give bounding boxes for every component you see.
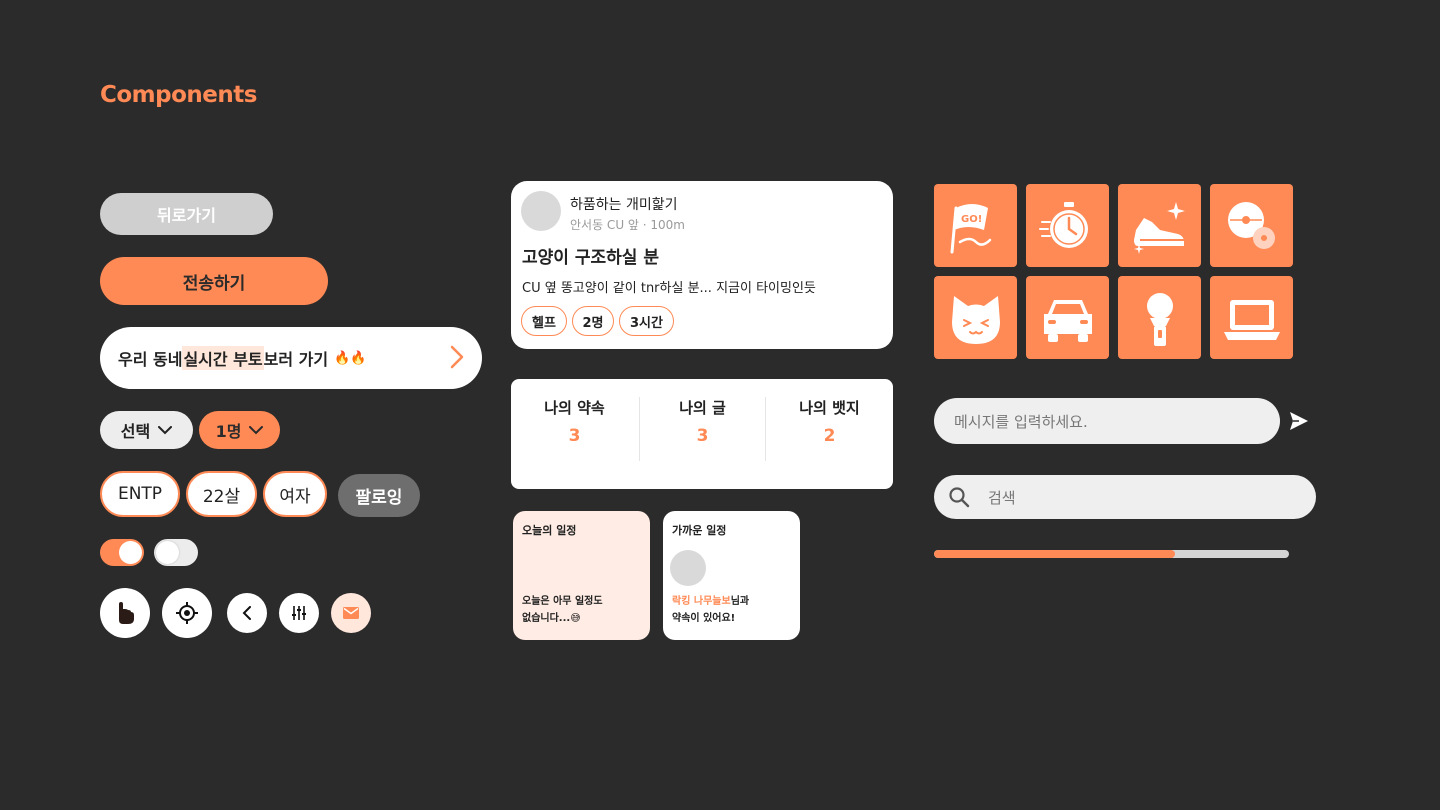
filter-button[interactable]	[279, 593, 319, 633]
category-sneaker[interactable]	[1118, 184, 1201, 267]
schedule-title: 가까운 일정	[672, 524, 727, 537]
chevron-left-icon	[242, 606, 251, 620]
near-schedule-card[interactable]: 가까운 일정 락킹 나무늘보님과 약속이 있어요!	[663, 511, 800, 640]
car-icon	[1043, 299, 1092, 342]
hand-icon	[119, 602, 134, 624]
stat-badges[interactable]: 나의 뱃지 2	[766, 397, 893, 446]
go-flag-icon: GO!	[950, 203, 991, 253]
schedule-line: 락킹 나무늘보님과	[672, 593, 749, 610]
stat-posts[interactable]: 나의 글 3	[639, 397, 766, 446]
following-button[interactable]: 팔로잉	[338, 474, 420, 517]
partner-name: 락킹 나무늘보	[672, 596, 731, 607]
live-banner[interactable]: 우리 동네 실시간 부토 보러 가기 🔥🔥	[100, 327, 482, 389]
chevron-right-icon	[450, 345, 464, 369]
select-dropdown[interactable]: 선택	[100, 411, 193, 449]
sneaker-icon	[1133, 201, 1185, 254]
chip-age[interactable]: 22살	[186, 471, 257, 517]
search-bar[interactable]: 검색	[934, 475, 1316, 519]
schedule-title: 오늘의 일정	[522, 524, 577, 537]
schedule-line: 없습니다...😅	[522, 610, 581, 627]
today-schedule-card[interactable]: 오늘의 일정 오늘은 아무 일정도 없습니다...😅	[513, 511, 650, 640]
progress-bar	[934, 550, 1289, 558]
mail-icon	[343, 607, 359, 619]
mail-button[interactable]	[331, 593, 371, 633]
toggle-off[interactable]	[154, 539, 198, 566]
stat-value: 3	[568, 426, 581, 446]
back-arrow-button[interactable]	[227, 593, 267, 633]
avatar	[521, 191, 561, 231]
laptop-icon	[1223, 299, 1280, 340]
toggle-knob	[156, 541, 179, 564]
schedule-line-text: 없습니다...	[522, 613, 571, 624]
schedule-line-text: 님과	[730, 596, 750, 607]
post-title: 고양이 구조하실 분	[522, 248, 659, 268]
post-body: CU 옆 똥고양이 같이 tnr하실 분... 지금이 타이밍인듯	[522, 281, 816, 296]
category-disc[interactable]	[1210, 184, 1293, 267]
category-cat[interactable]	[934, 276, 1017, 359]
chevron-down-icon	[158, 425, 173, 434]
send-message-button[interactable]	[1288, 410, 1310, 436]
banner-highlight: 실시간 부토	[182, 346, 264, 370]
stat-appointments[interactable]: 나의 약속 3	[511, 397, 638, 446]
sweat-emoji: 😅	[570, 613, 581, 624]
schedule-line: 약속이 있어요!	[672, 613, 736, 624]
send-button[interactable]: 전송하기	[100, 257, 328, 305]
select-label: 선택	[120, 422, 151, 441]
location-button[interactable]	[162, 588, 212, 638]
stat-value: 3	[696, 426, 709, 446]
toggle-on[interactable]	[100, 539, 144, 566]
post-tag: 3시간	[619, 306, 674, 336]
category-timer[interactable]	[1026, 184, 1109, 267]
category-microphone[interactable]	[1118, 276, 1201, 359]
back-button[interactable]: 뒤로가기	[100, 193, 273, 235]
category-car[interactable]	[1026, 276, 1109, 359]
post-location: 안서동 CU 앞 · 100m	[570, 218, 685, 232]
count-label: 1명	[215, 422, 242, 441]
banner-text-2: 보러 가기	[263, 350, 329, 369]
banner-text-1: 우리 동네	[118, 350, 183, 369]
fire-emoji: 🔥🔥	[334, 350, 367, 366]
my-stats-card: 나의 약속 3 나의 글 3 나의 뱃지 2	[511, 379, 893, 489]
chevron-down-icon	[249, 425, 264, 434]
category-laptop[interactable]	[1210, 276, 1293, 359]
message-input[interactable]: 메시지를 입력하세요.	[934, 398, 1280, 444]
sliders-icon	[292, 606, 306, 620]
timer-icon	[1038, 201, 1088, 248]
post-tag: 2명	[572, 306, 614, 336]
count-dropdown[interactable]: 1명	[199, 411, 280, 449]
avatar	[670, 550, 706, 586]
search-icon	[949, 487, 970, 508]
cat-icon	[951, 295, 1000, 344]
disc-icon	[1227, 201, 1275, 249]
toggle-knob	[119, 541, 142, 564]
send-icon	[1290, 412, 1308, 430]
chip-gender[interactable]: 여자	[263, 471, 327, 517]
page-title: Components	[100, 82, 257, 108]
stat-label: 나의 글	[679, 399, 726, 417]
post-tag: 헬프	[521, 306, 567, 336]
stat-label: 나의 약속	[544, 399, 605, 417]
chip-mbti[interactable]: ENTP	[100, 471, 180, 517]
search-input[interactable]: 검색	[988, 487, 1016, 508]
stat-label: 나의 뱃지	[799, 399, 860, 417]
progress-fill	[934, 550, 1176, 558]
schedule-line: 오늘은 아무 일정도	[522, 596, 603, 607]
category-go[interactable]: GO!	[934, 184, 1017, 267]
microphone-icon	[1146, 292, 1173, 346]
location-target-icon	[176, 602, 198, 624]
svg-text:GO!: GO!	[961, 214, 982, 225]
hand-button[interactable]	[100, 588, 150, 638]
post-author: 하품하는 개미핥기	[570, 197, 678, 213]
post-card[interactable]: 하품하는 개미핥기 안서동 CU 앞 · 100m 고양이 구조하실 분 CU …	[511, 181, 893, 349]
stat-value: 2	[823, 426, 836, 446]
